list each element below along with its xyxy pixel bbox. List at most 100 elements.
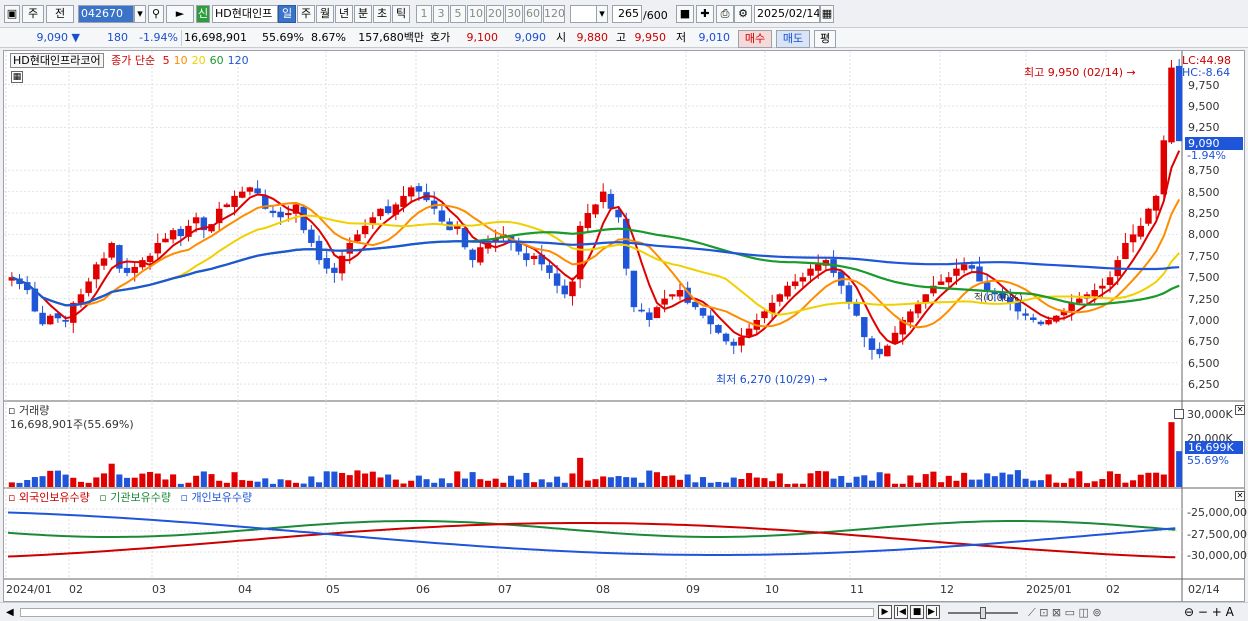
price-panel xyxy=(4,51,1182,401)
scroll-end-icon[interactable]: ▶| xyxy=(926,605,940,619)
candle-body-18 xyxy=(146,255,154,262)
date-input[interactable]: 2025/02/14 xyxy=(754,5,820,23)
period-tab-3[interactable]: 년 xyxy=(335,5,353,23)
candle-body-32 xyxy=(254,188,261,194)
x-axis-label-2: 03 xyxy=(152,583,166,596)
stock-code-input[interactable]: 042670 xyxy=(78,5,134,23)
candle-body-28 xyxy=(223,204,231,208)
low-label: 저 xyxy=(676,31,687,44)
volume-bar-124 xyxy=(961,472,968,487)
tab-all[interactable]: 전 xyxy=(46,5,74,23)
period-tab-5[interactable]: 초 xyxy=(373,5,391,23)
period-tab-6[interactable]: 틱 xyxy=(392,5,410,23)
bid-price-1: 9,100 xyxy=(466,31,499,44)
scroll-start-icon[interactable]: |◀ xyxy=(894,605,908,619)
volume-bar-149 xyxy=(1153,472,1160,487)
volume-bar-56 xyxy=(438,478,445,487)
candle-body-142 xyxy=(1099,285,1106,289)
period-tab-4[interactable]: 분 xyxy=(354,5,372,23)
volume-bar-7 xyxy=(62,474,69,487)
candle-body-133 xyxy=(1030,317,1037,320)
scroll-right-icon[interactable]: ▶ xyxy=(878,605,892,619)
count-button-5[interactable]: 30 xyxy=(505,5,523,23)
eval-button[interactable]: 평 xyxy=(814,30,836,48)
volume-bar-26 xyxy=(208,474,215,487)
volume-bar-95 xyxy=(738,478,745,487)
open-price: 9,880 xyxy=(576,31,609,44)
chart-area[interactable]: HD현대인프라코어 종가 단순 5 10 20 60 120 ▦ 최고 9,950 (0… xyxy=(3,50,1247,602)
volume-bar-8 xyxy=(70,477,77,487)
count-button-0[interactable]: 1 xyxy=(416,5,432,23)
volume-bar-30 xyxy=(239,480,246,487)
settings-icon[interactable]: ⚙ xyxy=(734,5,752,23)
candle-body-77 xyxy=(599,191,607,203)
volume-bar-16 xyxy=(131,477,138,487)
chart-tools-icons[interactable]: ⟋ ⊡ ⊠ ▭ ◫ ⊚ xyxy=(1028,606,1102,620)
zoom-handle[interactable] xyxy=(980,607,986,619)
volume-bar-94 xyxy=(730,477,737,487)
dropdown-icon-2[interactable]: ▾ xyxy=(596,5,608,23)
dropdown-icon[interactable]: ▾ xyxy=(134,5,146,23)
chart-type-icon[interactable]: ■ xyxy=(676,5,694,23)
scrollbar[interactable] xyxy=(20,608,874,617)
panel-close-icon-3[interactable]: ✕ xyxy=(1235,491,1245,501)
volume-bar-38 xyxy=(300,483,307,487)
volume-bar-127 xyxy=(984,473,991,487)
candle-body-83 xyxy=(646,312,653,320)
volume-bar-89 xyxy=(692,482,699,487)
period-tab-0[interactable]: 일 xyxy=(278,5,296,23)
panel-close-icon-2[interactable]: ✕ xyxy=(1235,405,1245,415)
candle-body-121 xyxy=(937,281,945,285)
candle-body-112 xyxy=(868,338,876,350)
volume-bar-96 xyxy=(746,473,753,487)
holding-axis-3: -30,000,00 xyxy=(1187,549,1247,562)
candle-body-150 xyxy=(1160,140,1168,195)
stop-icon[interactable]: ■ xyxy=(910,605,924,619)
candle-body-53 xyxy=(415,186,423,192)
price-axis-label-3: 8,750 xyxy=(1188,164,1220,177)
range-input[interactable]: 265 xyxy=(612,5,642,23)
count-button-1[interactable]: 3 xyxy=(433,5,449,23)
count-button-7[interactable]: 120 xyxy=(543,5,565,23)
volume-bar-108 xyxy=(838,475,845,487)
candle-body-21 xyxy=(169,230,177,240)
volume-bar-132 xyxy=(1022,478,1029,487)
volume-bar-24 xyxy=(193,475,200,487)
count-button-2[interactable]: 5 xyxy=(450,5,466,23)
legend-stock-name[interactable]: HD현대인프라코어 xyxy=(10,53,104,68)
print-icon[interactable]: ⎙ xyxy=(716,5,734,23)
buy-button[interactable]: 매수 xyxy=(738,30,772,48)
window-icon[interactable]: ▣ xyxy=(4,5,20,23)
period-tab-2[interactable]: 월 xyxy=(316,5,334,23)
volume-bar-60 xyxy=(469,472,476,487)
tab-week[interactable]: 주 xyxy=(22,5,44,23)
volume-bar-100 xyxy=(776,473,783,487)
price-axis-label-11: 6,750 xyxy=(1188,335,1220,348)
zoom-icons[interactable]: ⊖ − + A xyxy=(1184,605,1234,619)
candle-body-94 xyxy=(730,341,737,346)
volume-bar-42 xyxy=(331,471,338,487)
candle-body-87 xyxy=(676,290,684,297)
count-button-4[interactable]: 20 xyxy=(486,5,504,23)
scroll-left-icon[interactable]: ◀ xyxy=(6,607,14,618)
count-button-6[interactable]: 60 xyxy=(524,5,542,23)
grid-icon[interactable]: ▦ xyxy=(11,71,23,83)
panel-close-icon-1[interactable] xyxy=(1174,409,1184,419)
volume-bar-81 xyxy=(630,477,637,487)
calendar-icon[interactable]: ▦ xyxy=(820,5,834,23)
volume-bar-41 xyxy=(323,471,330,487)
volume-value-label: 16,698,901주(55.69%) xyxy=(10,418,134,431)
volume-bar-98 xyxy=(761,478,768,487)
volume-bar-61 xyxy=(477,479,484,487)
sell-button[interactable]: 매도 xyxy=(776,30,810,48)
speaker-icon[interactable]: ► xyxy=(166,5,194,23)
candle-body-134 xyxy=(1037,321,1045,325)
volume-bar-118 xyxy=(915,482,922,487)
count-button-3[interactable]: 10 xyxy=(467,5,485,23)
volume-bar-68 xyxy=(531,482,538,487)
tools-icon[interactable]: ✚ xyxy=(696,5,714,23)
volume-bar-120 xyxy=(930,471,937,487)
holding-series-inst: ▫ 기관보유수량 xyxy=(99,491,171,504)
period-tab-1[interactable]: 주 xyxy=(297,5,315,23)
search-icon[interactable]: ⚲ xyxy=(148,5,164,23)
